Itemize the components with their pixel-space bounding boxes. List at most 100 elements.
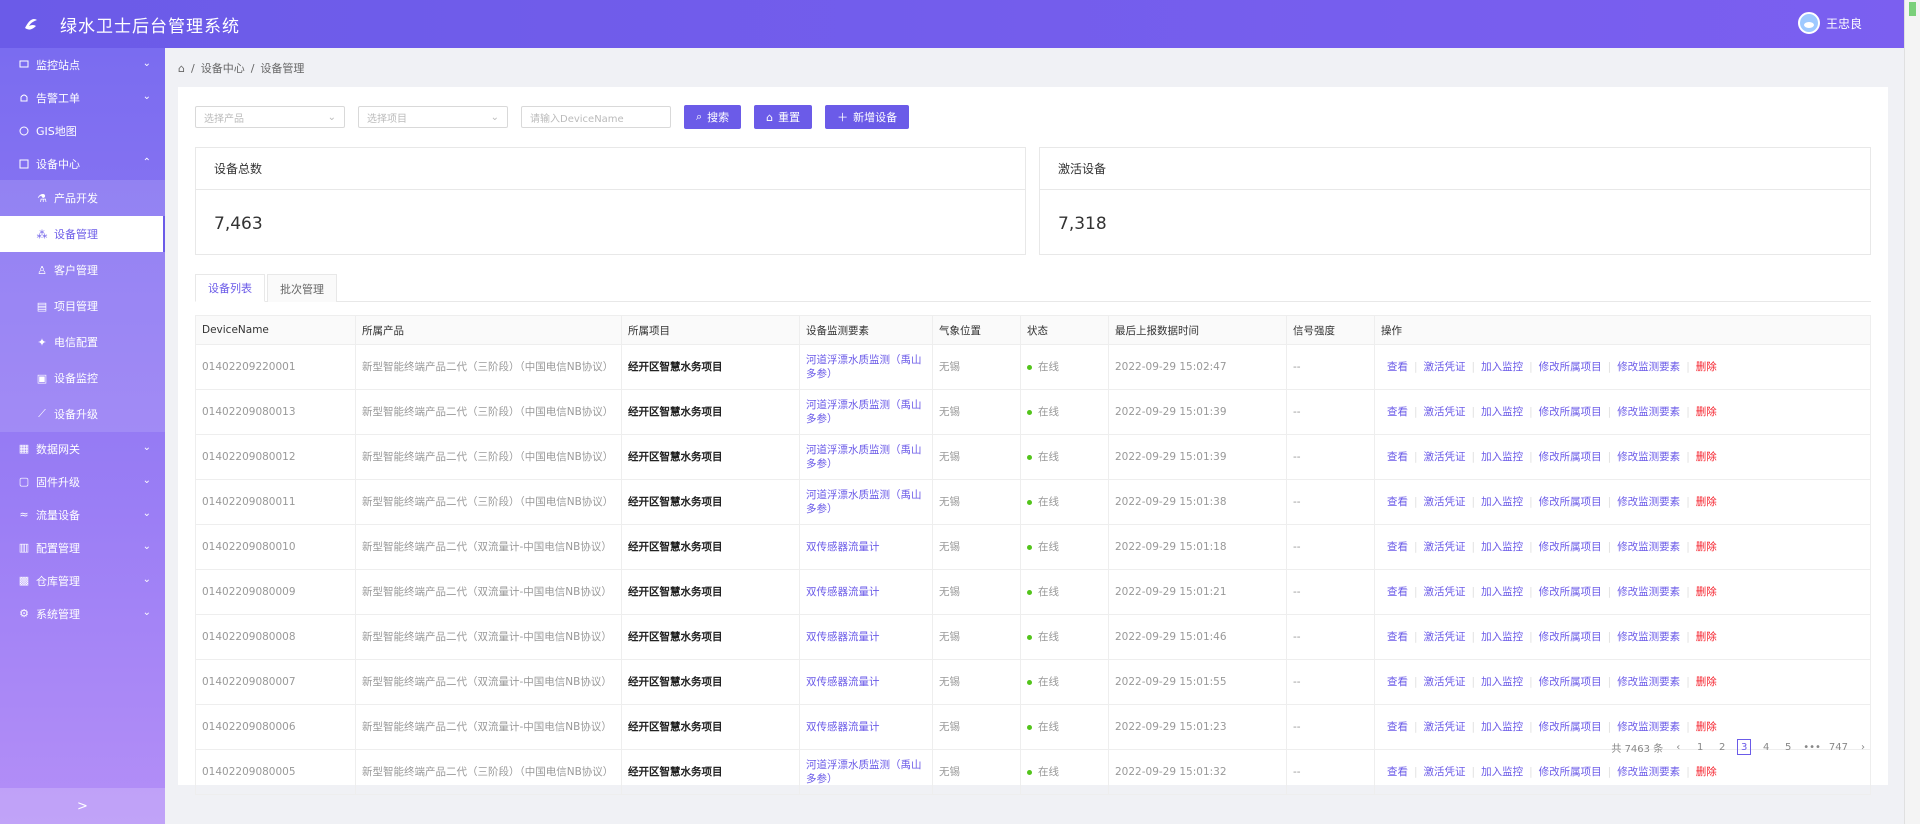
cell-element[interactable]: 河道浮漂水质监测（禹山多参） (799, 344, 933, 390)
pagination-page[interactable]: 5 (1781, 739, 1795, 755)
col-element[interactable]: 设备监测要素 (799, 315, 933, 345)
breadcrumb-level1[interactable]: 设备中心 (201, 60, 245, 76)
action-activation-link[interactable]: 激活凭证 (1424, 361, 1466, 373)
action-edit-project-link[interactable]: 修改所属项目 (1539, 586, 1602, 598)
sidebar-item-customer[interactable]: ♙ 客户管理 (0, 252, 165, 288)
action-edit-project-link[interactable]: 修改所属项目 (1539, 541, 1602, 553)
action-view-link[interactable]: 查看 (1387, 721, 1408, 733)
action-edit-element-link[interactable]: 修改监测要素 (1617, 451, 1680, 463)
cell-element[interactable]: 河道浮漂水质监测（禹山多参） (799, 389, 933, 435)
action-edit-element-link[interactable]: 修改监测要素 (1617, 631, 1680, 643)
sidebar-item-telecom[interactable]: ✦ 电信配置 (0, 324, 165, 360)
pagination-page[interactable]: 747 (1829, 739, 1848, 755)
action-edit-project-link[interactable]: 修改所属项目 (1539, 721, 1602, 733)
action-delete-link[interactable]: 删除 (1696, 496, 1717, 508)
col-status[interactable]: 状态 (1020, 315, 1109, 345)
tab-batch-manage[interactable]: 批次管理 (267, 274, 337, 302)
action-edit-element-link[interactable]: 修改监测要素 (1617, 496, 1680, 508)
action-view-link[interactable]: 查看 (1387, 541, 1408, 553)
sidebar-item-device-center[interactable]: 设备中心 ⌃ (0, 147, 165, 180)
action-delete-link[interactable]: 删除 (1696, 766, 1717, 778)
action-activation-link[interactable]: 激活凭证 (1424, 586, 1466, 598)
col-location[interactable]: 气象位置 (932, 315, 1021, 345)
action-delete-link[interactable]: 删除 (1696, 676, 1717, 688)
col-last-report[interactable]: 最后上报数据时间 (1108, 315, 1287, 345)
action-view-link[interactable]: 查看 (1387, 766, 1408, 778)
action-edit-element-link[interactable]: 修改监测要素 (1617, 766, 1680, 778)
tab-device-list[interactable]: 设备列表 (195, 274, 265, 302)
action-delete-link[interactable]: 删除 (1696, 406, 1717, 418)
cell-element[interactable]: 双传感器流量计 (799, 704, 933, 750)
action-edit-element-link[interactable]: 修改监测要素 (1617, 361, 1680, 373)
action-edit-element-link[interactable]: 修改监测要素 (1617, 541, 1680, 553)
cell-element[interactable]: 双传感器流量计 (799, 524, 933, 570)
device-name-input[interactable]: 请输入DeviceName (521, 106, 671, 128)
action-view-link[interactable]: 查看 (1387, 676, 1408, 688)
action-activation-link[interactable]: 激活凭证 (1424, 541, 1466, 553)
action-add-monitor-link[interactable]: 加入监控 (1481, 586, 1523, 598)
sidebar-item-firmware[interactable]: ▢ 固件升级 ⌄ (0, 465, 165, 498)
sidebar-item-warehouse[interactable]: ▩ 仓库管理 ⌄ (0, 564, 165, 597)
pagination-prev[interactable]: ‹ (1671, 739, 1685, 755)
action-view-link[interactable]: 查看 (1387, 406, 1408, 418)
sidebar-item-product-dev[interactable]: ⚗ 产品开发 (0, 180, 165, 216)
action-edit-project-link[interactable]: 修改所属项目 (1539, 361, 1602, 373)
action-edit-project-link[interactable]: 修改所属项目 (1539, 676, 1602, 688)
action-add-monitor-link[interactable]: 加入监控 (1481, 361, 1523, 373)
sidebar-item-monitor[interactable]: 监控站点 ⌄ (0, 48, 165, 81)
cell-element[interactable]: 双传感器流量计 (799, 659, 933, 705)
action-activation-link[interactable]: 激活凭证 (1424, 766, 1466, 778)
pagination-ellipsis[interactable]: ••• (1803, 739, 1821, 755)
home-icon[interactable]: ⌂ (178, 62, 185, 75)
action-view-link[interactable]: 查看 (1387, 586, 1408, 598)
pagination-page-current[interactable]: 3 (1737, 739, 1752, 755)
action-edit-project-link[interactable]: 修改所属项目 (1539, 451, 1602, 463)
cell-element[interactable]: 河道浮漂水质监测（禹山多参） (799, 434, 933, 480)
action-delete-link[interactable]: 删除 (1696, 586, 1717, 598)
col-product[interactable]: 所属产品 (355, 315, 622, 345)
sidebar-item-gis[interactable]: GIS地图 (0, 114, 165, 147)
action-activation-link[interactable]: 激活凭证 (1424, 406, 1466, 418)
action-view-link[interactable]: 查看 (1387, 631, 1408, 643)
user-menu[interactable]: 王忠良 (1797, 12, 1862, 34)
action-view-link[interactable]: 查看 (1387, 361, 1408, 373)
action-add-monitor-link[interactable]: 加入监控 (1481, 631, 1523, 643)
sidebar-item-system[interactable]: ⚙ 系统管理 ⌄ (0, 597, 165, 630)
action-delete-link[interactable]: 删除 (1696, 451, 1717, 463)
action-add-monitor-link[interactable]: 加入监控 (1481, 721, 1523, 733)
action-edit-element-link[interactable]: 修改监测要素 (1617, 406, 1680, 418)
action-delete-link[interactable]: 删除 (1696, 721, 1717, 733)
action-activation-link[interactable]: 激活凭证 (1424, 721, 1466, 733)
action-add-monitor-link[interactable]: 加入监控 (1481, 766, 1523, 778)
action-add-monitor-link[interactable]: 加入监控 (1481, 541, 1523, 553)
reset-button[interactable]: ⌂ 重置 (754, 105, 813, 129)
action-edit-project-link[interactable]: 修改所属项目 (1539, 766, 1602, 778)
action-edit-project-link[interactable]: 修改所属项目 (1539, 631, 1602, 643)
action-edit-element-link[interactable]: 修改监测要素 (1617, 721, 1680, 733)
sidebar-item-project[interactable]: ▤ 项目管理 (0, 288, 165, 324)
search-button[interactable]: ⌕ 搜索 (684, 105, 742, 129)
action-add-monitor-link[interactable]: 加入监控 (1481, 451, 1523, 463)
cell-element[interactable]: 双传感器流量计 (799, 614, 933, 660)
sidebar-item-device-monitor[interactable]: ▣ 设备监控 (0, 360, 165, 396)
scrollbar-thumb[interactable] (1909, 2, 1916, 16)
action-activation-link[interactable]: 激活凭证 (1424, 631, 1466, 643)
sidebar-item-device-upgrade[interactable]: ⟋ 设备升级 (0, 396, 165, 432)
sidebar-item-alarm[interactable]: 告警工单 ⌄ (0, 81, 165, 114)
product-select[interactable]: 选择产品 ⌄ (195, 106, 345, 128)
cell-element[interactable]: 河道浮漂水质监测（禹山多参） (799, 479, 933, 525)
action-activation-link[interactable]: 激活凭证 (1424, 496, 1466, 508)
sidebar-collapse-button[interactable]: > (0, 788, 165, 824)
scrollbar[interactable] (1904, 0, 1920, 824)
action-delete-link[interactable]: 删除 (1696, 541, 1717, 553)
pagination-page[interactable]: 1 (1693, 739, 1707, 755)
add-device-button[interactable]: ＋ 新增设备 (825, 105, 910, 129)
pagination-page[interactable]: 4 (1759, 739, 1773, 755)
action-edit-project-link[interactable]: 修改所属项目 (1539, 406, 1602, 418)
col-signal[interactable]: 信号强度 (1286, 315, 1375, 345)
action-view-link[interactable]: 查看 (1387, 496, 1408, 508)
cell-element[interactable]: 双传感器流量计 (799, 569, 933, 615)
action-delete-link[interactable]: 删除 (1696, 361, 1717, 373)
action-edit-element-link[interactable]: 修改监测要素 (1617, 586, 1680, 598)
action-view-link[interactable]: 查看 (1387, 451, 1408, 463)
